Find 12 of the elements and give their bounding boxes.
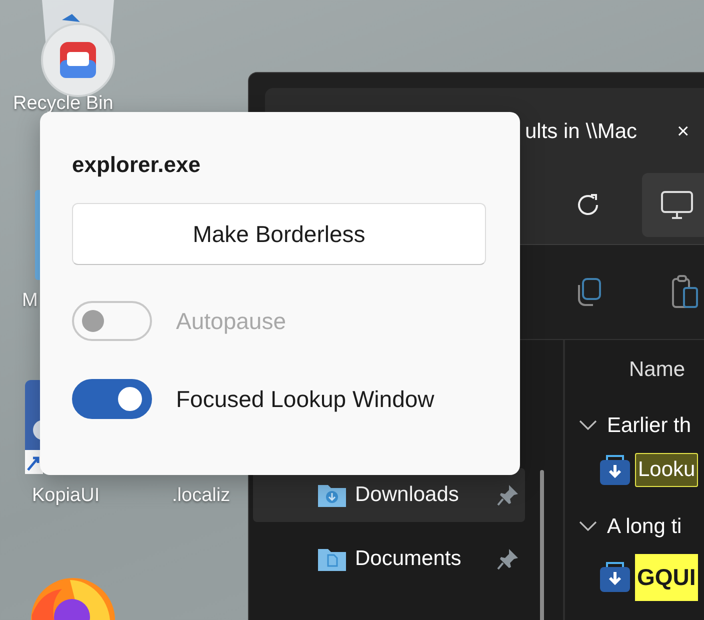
- toggle-label: Focused Lookup Window: [176, 384, 434, 414]
- file-name[interactable]: GQUI: [635, 554, 698, 600]
- tab-title: ults in \\Mac: [525, 119, 638, 145]
- group-header[interactable]: A long ti: [607, 510, 682, 542]
- file-name[interactable]: Looku: [635, 453, 698, 486]
- make-borderless-button[interactable]: Make Borderless: [72, 203, 486, 265]
- popup-title: explorer.exe: [72, 151, 202, 179]
- close-button[interactable]: ×: [677, 116, 690, 148]
- toggle-label: Autopause: [176, 306, 286, 336]
- nav-item[interactable]: Documents: [253, 532, 525, 586]
- column-header[interactable]: Name: [629, 354, 704, 386]
- group-header[interactable]: Earlier th: [607, 410, 692, 441]
